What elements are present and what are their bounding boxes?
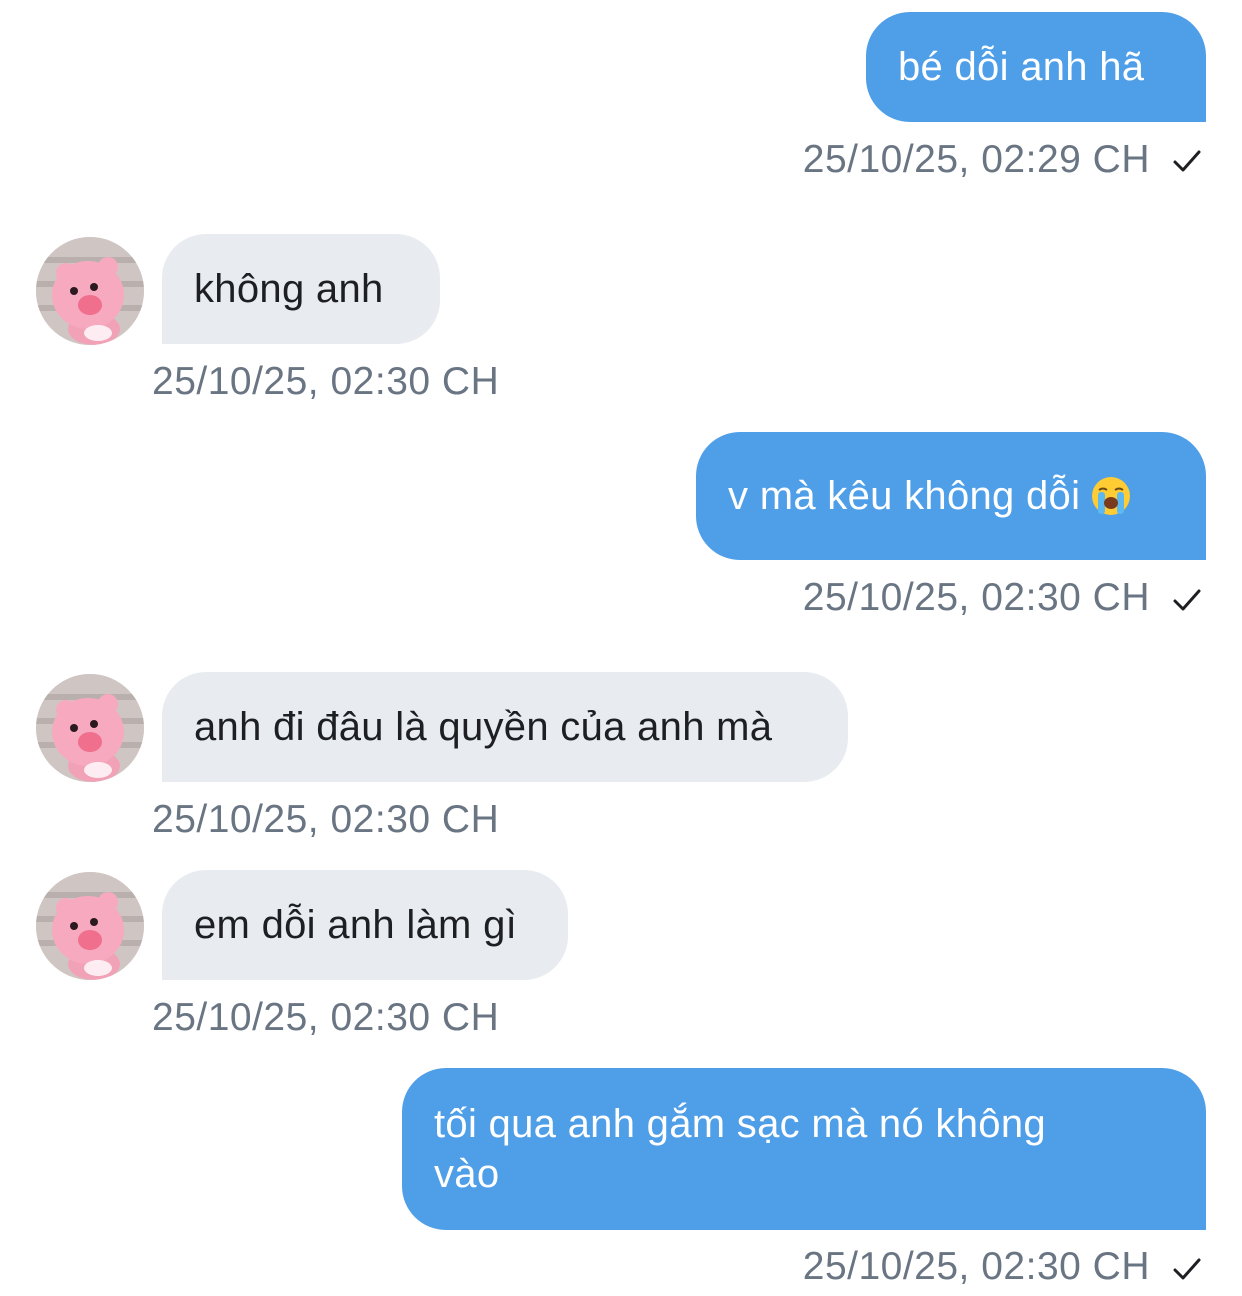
message-text: em dỗi anh làm gì [194, 903, 518, 947]
incoming-message-bubble[interactable]: em dỗi anh làm gì [162, 870, 568, 980]
check-icon [1173, 1258, 1201, 1280]
message-timestamp: 25/10/25, 02:30 CH [802, 576, 1150, 619]
message-timestamp: 25/10/25, 02:30 CH [802, 1245, 1150, 1288]
check-icon [1173, 589, 1201, 611]
message-text: bé dỗi anh hã [898, 45, 1145, 89]
message-timestamp: 25/10/25, 02:30 CH [152, 360, 500, 403]
pink-bear-avatar[interactable] [36, 674, 144, 782]
outgoing-message-bubble[interactable]: v mà kêu không dỗi [696, 432, 1206, 560]
check-icon [1173, 150, 1201, 172]
message-timestamp: 25/10/25, 02:29 CH [802, 138, 1150, 181]
message-text: anh đi đâu là quyền của anh mà [194, 705, 773, 749]
incoming-message-bubble[interactable]: không anh [162, 234, 440, 344]
message-timestamp: 25/10/25, 02:30 CH [152, 798, 500, 841]
loudly-crying-face-icon [1092, 477, 1131, 515]
outgoing-message-bubble[interactable]: bé dỗi anh hã [866, 12, 1206, 122]
message-text: tối qua anh gắm sạc mà nó không vào [434, 1102, 1046, 1196]
incoming-message-bubble[interactable]: anh đi đâu là quyền của anh mà [162, 672, 848, 782]
message-text: không anh [194, 267, 384, 311]
pink-bear-avatar[interactable] [36, 872, 144, 980]
outgoing-message-bubble[interactable]: tối qua anh gắm sạc mà nó không vào [402, 1068, 1206, 1230]
pink-bear-avatar[interactable] [36, 237, 144, 345]
message-text: v mà kêu không dỗi [728, 474, 1081, 518]
message-timestamp: 25/10/25, 02:30 CH [152, 996, 500, 1039]
